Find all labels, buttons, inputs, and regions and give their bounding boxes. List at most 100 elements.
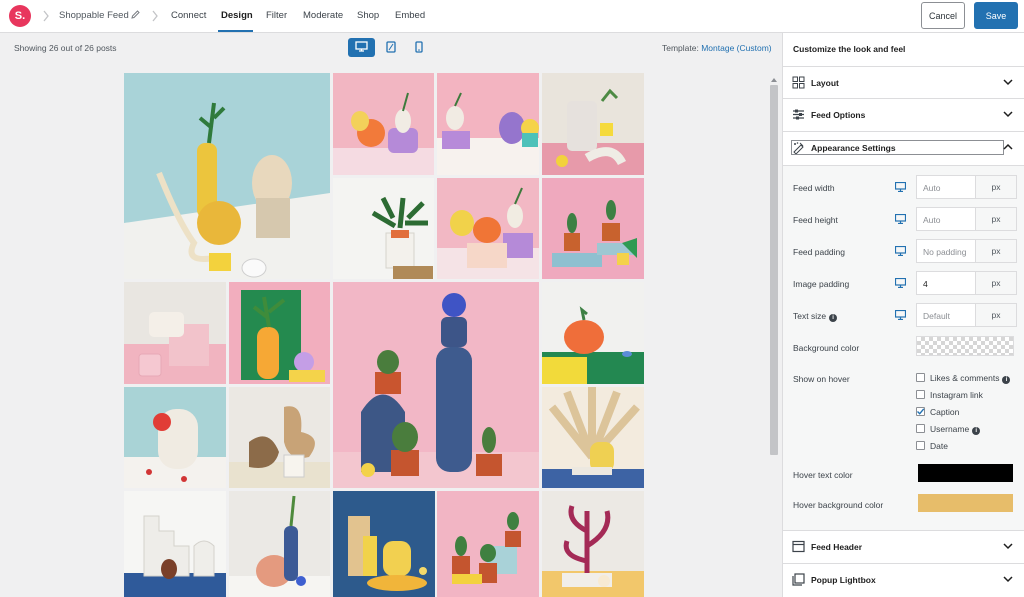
desktop-icon[interactable]: [894, 245, 907, 257]
likes-comments-checkbox[interactable]: [916, 373, 925, 382]
unit-label: px: [975, 272, 1016, 294]
feed-width-input[interactable]: Auto px: [916, 175, 1017, 199]
post-image[interactable]: [124, 491, 226, 597]
post-grid: [124, 73, 644, 597]
post-image[interactable]: [542, 387, 644, 488]
post-image[interactable]: [333, 491, 435, 597]
feed-height-input[interactable]: Auto px: [916, 207, 1017, 231]
desktop-icon[interactable]: [894, 277, 907, 289]
logo[interactable]: S.: [9, 5, 31, 27]
post-image[interactable]: [437, 178, 539, 279]
info-icon[interactable]: i: [1002, 376, 1011, 384]
unit-label: px: [975, 176, 1016, 198]
post-image[interactable]: [437, 73, 539, 175]
caption-checkbox[interactable]: [916, 407, 925, 416]
desktop-icon[interactable]: [894, 213, 907, 225]
edit-name-icon[interactable]: [130, 9, 141, 20]
section-feed-header[interactable]: Feed Header: [783, 530, 1024, 562]
desktop-view-button[interactable]: [348, 38, 375, 57]
tablet-icon: [385, 40, 396, 55]
posts-count: Showing 26 out of 26 posts: [14, 43, 117, 53]
hover-text-color-swatch[interactable]: [918, 464, 1013, 482]
likes-comments-label: Likes & comments i: [930, 373, 1011, 384]
post-image[interactable]: [229, 491, 330, 597]
nav-design[interactable]: Design: [221, 10, 253, 21]
post-image[interactable]: [437, 491, 539, 597]
nav-shop[interactable]: Shop: [357, 10, 379, 21]
header-icon: [792, 540, 805, 553]
desktop-icon: [355, 41, 368, 54]
post-image[interactable]: [229, 282, 330, 384]
image-padding-value: 4: [923, 279, 928, 289]
username-checkbox[interactable]: [916, 424, 925, 433]
post-image[interactable]: [124, 282, 226, 384]
template-link[interactable]: Montage (Custom): [701, 43, 771, 53]
post-image[interactable]: [542, 178, 644, 279]
section-feed-options-label: Feed Options: [811, 110, 866, 120]
checkmark-icon: [917, 408, 925, 415]
nav-moderate[interactable]: Moderate: [303, 10, 343, 21]
appearance-settings-body: Feed width Auto px Feed height Auto px F…: [783, 165, 1024, 530]
nav-embed[interactable]: Embed: [395, 10, 425, 21]
post-image[interactable]: [333, 73, 434, 175]
date-checkbox[interactable]: [916, 441, 925, 450]
lightbox-icon: [792, 573, 805, 586]
instagram-link-checkbox[interactable]: [916, 390, 925, 399]
unit-label: px: [975, 304, 1016, 326]
info-icon[interactable]: i: [829, 314, 838, 322]
sliders-icon: [792, 108, 805, 121]
post-image[interactable]: [333, 282, 539, 488]
post-image[interactable]: [542, 73, 644, 175]
nav-connect[interactable]: Connect: [171, 10, 206, 21]
post-image[interactable]: [542, 282, 644, 384]
post-image[interactable]: [542, 491, 644, 597]
text-size-placeholder: Default: [923, 311, 950, 321]
feed-width-placeholder: Auto: [923, 183, 941, 193]
feed-padding-input[interactable]: No padding px: [916, 239, 1017, 263]
feed-padding-placeholder: No padding: [923, 247, 967, 257]
section-appearance[interactable]: Appearance Settings: [783, 131, 1024, 163]
active-tab-indicator: [218, 30, 253, 32]
desktop-icon[interactable]: [894, 309, 907, 321]
mobile-view-button[interactable]: [405, 38, 432, 57]
post-image[interactable]: [124, 387, 226, 488]
info-icon[interactable]: i: [972, 427, 981, 435]
section-layout[interactable]: Layout: [783, 66, 1024, 98]
section-popup-lightbox[interactable]: Popup Lightbox: [783, 563, 1024, 595]
text-size-input[interactable]: Default px: [916, 303, 1017, 327]
background-color-swatch[interactable]: [916, 336, 1014, 356]
post-image[interactable]: [333, 178, 434, 279]
post-image[interactable]: [229, 387, 330, 488]
template-prefix: Template:: [662, 43, 702, 53]
hover-background-color-swatch[interactable]: [918, 494, 1013, 512]
feed-name: Shoppable Feed: [59, 10, 129, 21]
image-padding-input[interactable]: 4 px: [916, 271, 1017, 295]
palette-icon: [792, 141, 805, 155]
desktop-icon[interactable]: [894, 181, 907, 193]
template-label: Template: Montage (Custom): [662, 43, 772, 53]
post-image[interactable]: [124, 73, 330, 279]
chevron-down-icon: [1003, 110, 1013, 118]
scrollbar-thumb[interactable]: [770, 85, 778, 455]
chevron-down-icon: [1003, 78, 1013, 86]
top-bar: S. Shoppable Feed Connect Design Filter …: [0, 0, 1024, 33]
date-label: Date: [930, 441, 948, 451]
feed-height-placeholder: Auto: [923, 215, 941, 225]
nav-filter[interactable]: Filter: [266, 10, 287, 21]
save-button[interactable]: Save: [974, 2, 1018, 29]
section-popup-lightbox-label: Popup Lightbox: [811, 575, 876, 585]
unit-label: px: [975, 240, 1016, 262]
section-feed-options[interactable]: Feed Options: [783, 98, 1024, 130]
breadcrumb-chevron-icon: [151, 10, 159, 22]
tablet-view-button[interactable]: [377, 38, 404, 57]
chevron-up-icon: [1003, 143, 1013, 151]
hover-text-color-label: Hover text color: [793, 470, 853, 480]
section-layout-label: Layout: [811, 78, 839, 88]
scroll-up-icon[interactable]: [771, 75, 777, 82]
chevron-down-icon: [1003, 575, 1013, 583]
section-feed-header-label: Feed Header: [811, 542, 863, 552]
panel-title: Customize the look and feel: [793, 44, 906, 54]
cancel-button[interactable]: Cancel: [921, 2, 965, 29]
instagram-link-label: Instagram link: [930, 390, 983, 400]
feed-width-label: Feed width: [793, 183, 835, 193]
